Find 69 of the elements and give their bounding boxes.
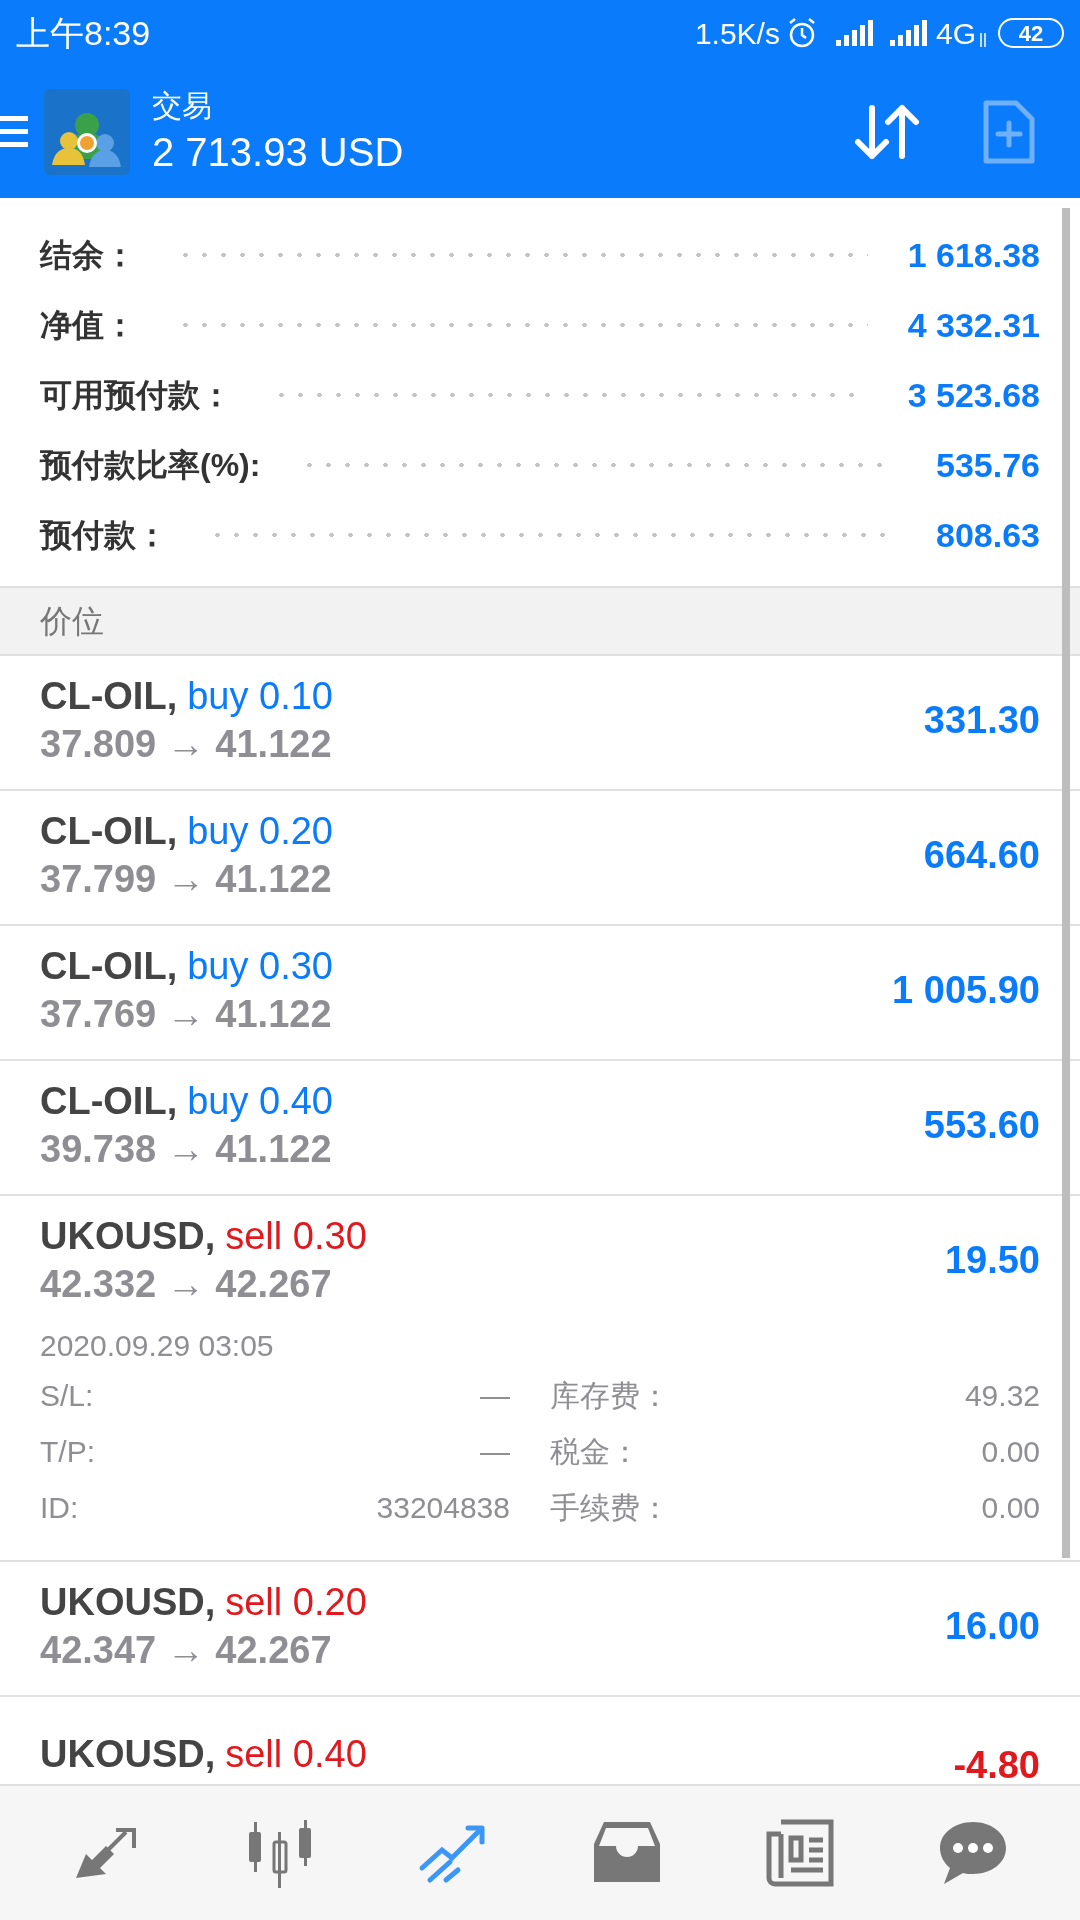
detail-value: — bbox=[479, 1378, 510, 1414]
order-type: sell 0.20 bbox=[225, 1580, 367, 1625]
symbol: CL-OIL, bbox=[40, 674, 178, 719]
symbol: CL-OIL, bbox=[40, 1079, 178, 1124]
summary-value: 535.76 bbox=[936, 444, 1040, 486]
data-arrows-icon bbox=[978, 33, 988, 47]
menu-icon[interactable] bbox=[0, 114, 28, 150]
order-type: buy 0.40 bbox=[187, 1079, 333, 1124]
position-row[interactable]: CL-OIL, buy 0.30 37.769 → 41.122 1 005.90 bbox=[0, 926, 1080, 1061]
order-type: sell 0.40 bbox=[225, 1731, 367, 1777]
symbol: UKOUSD, bbox=[40, 1731, 216, 1777]
order-type: buy 0.30 bbox=[187, 944, 333, 989]
symbol: UKOUSD, bbox=[40, 1214, 216, 1259]
detail-value: 0.00 bbox=[980, 1490, 1040, 1526]
account-balance: 2 713.93 USD bbox=[152, 129, 404, 176]
position-row[interactable]: CL-OIL, buy 0.20 37.799 → 41.122 664.60 bbox=[0, 791, 1080, 926]
summary-value: 808.63 bbox=[936, 514, 1040, 556]
open-time: 2020.09.29 03:05 bbox=[40, 1328, 275, 1364]
price-range: 42.332 → 42.267 bbox=[40, 1262, 333, 1307]
section-title: 价位 bbox=[40, 602, 104, 641]
profit: 16.00 bbox=[944, 1603, 1040, 1649]
profit: -4.80 bbox=[953, 1743, 1040, 1784]
position-row[interactable]: CL-OIL, buy 0.10 37.809 → 41.122 331.30 bbox=[0, 656, 1080, 791]
summary-label: 预付款比率(%): bbox=[40, 446, 261, 485]
profit: 1 005.90 bbox=[892, 967, 1040, 1013]
newspaper-icon bbox=[764, 1818, 835, 1888]
detail-value: 0.00 bbox=[980, 1434, 1040, 1470]
detail-label: T/P: bbox=[40, 1434, 96, 1470]
price-range: 37.799 → 41.122 bbox=[40, 857, 333, 902]
summary-label: 预付款： bbox=[40, 516, 168, 555]
detail-label: S/L: bbox=[40, 1378, 95, 1414]
detail-value: 49.32 bbox=[963, 1378, 1040, 1414]
signal-icon bbox=[835, 20, 876, 46]
battery-indicator: 42 bbox=[998, 18, 1064, 48]
profit: 553.60 bbox=[923, 1102, 1040, 1148]
order-type: buy 0.10 bbox=[187, 674, 333, 719]
profit: 331.30 bbox=[923, 697, 1040, 743]
symbol: CL-OIL, bbox=[40, 809, 178, 854]
price-range: 37.769 → 41.122 bbox=[40, 992, 333, 1037]
sort-icon[interactable] bbox=[852, 102, 922, 162]
signal-icon bbox=[889, 20, 930, 46]
position-row[interactable]: CL-OIL, buy 0.40 39.738 → 41.122 553.60 bbox=[0, 1061, 1080, 1196]
position-row[interactable]: UKOUSD, sell 0.30 42.332 → 42.267 19.50 2020.09.29 03:05 S/L: — 库存费： 49.32 T/P: — 税金： 0.00 ID: 33204838 手续费： 0.00 bbox=[0, 1196, 1080, 1562]
order-type: sell 0.30 bbox=[225, 1214, 367, 1259]
detail-label: 手续费： bbox=[549, 1490, 671, 1526]
screen-title: 交易 bbox=[152, 88, 213, 124]
symbol: UKOUSD, bbox=[40, 1580, 216, 1625]
price-range: 42.347 → 42.267 bbox=[40, 1628, 333, 1673]
detail-value: — bbox=[479, 1434, 510, 1470]
network-speed: 1.5K/s bbox=[694, 15, 780, 52]
summary-label: 结余： bbox=[40, 236, 136, 275]
profit: 664.60 bbox=[923, 832, 1040, 878]
summary-label: 净值： bbox=[40, 306, 136, 345]
summary-value: 3 523.68 bbox=[907, 374, 1040, 416]
detail-label: 税金： bbox=[549, 1434, 641, 1470]
detail-value: 33204838 bbox=[375, 1490, 510, 1526]
symbol: CL-OIL, bbox=[40, 944, 178, 989]
summary-value: 4 332.31 bbox=[907, 304, 1040, 346]
status-time: 上午8:39 bbox=[16, 12, 151, 54]
network-type: 4G bbox=[935, 15, 976, 52]
detail-label: ID: bbox=[40, 1490, 80, 1526]
detail-label: 库存费： bbox=[549, 1378, 671, 1414]
position-row[interactable]: UKOUSD, sell 0.20 42.347 → 42.267 16.00 bbox=[0, 1562, 1080, 1697]
price-range: 39.738 → 41.122 bbox=[40, 1127, 333, 1172]
order-type: buy 0.20 bbox=[187, 809, 333, 854]
profit: 19.50 bbox=[944, 1237, 1040, 1283]
summary-label: 可用预付款： bbox=[40, 376, 232, 415]
price-range: 37.809 → 41.122 bbox=[40, 722, 333, 767]
summary-value: 1 618.38 bbox=[907, 234, 1040, 276]
